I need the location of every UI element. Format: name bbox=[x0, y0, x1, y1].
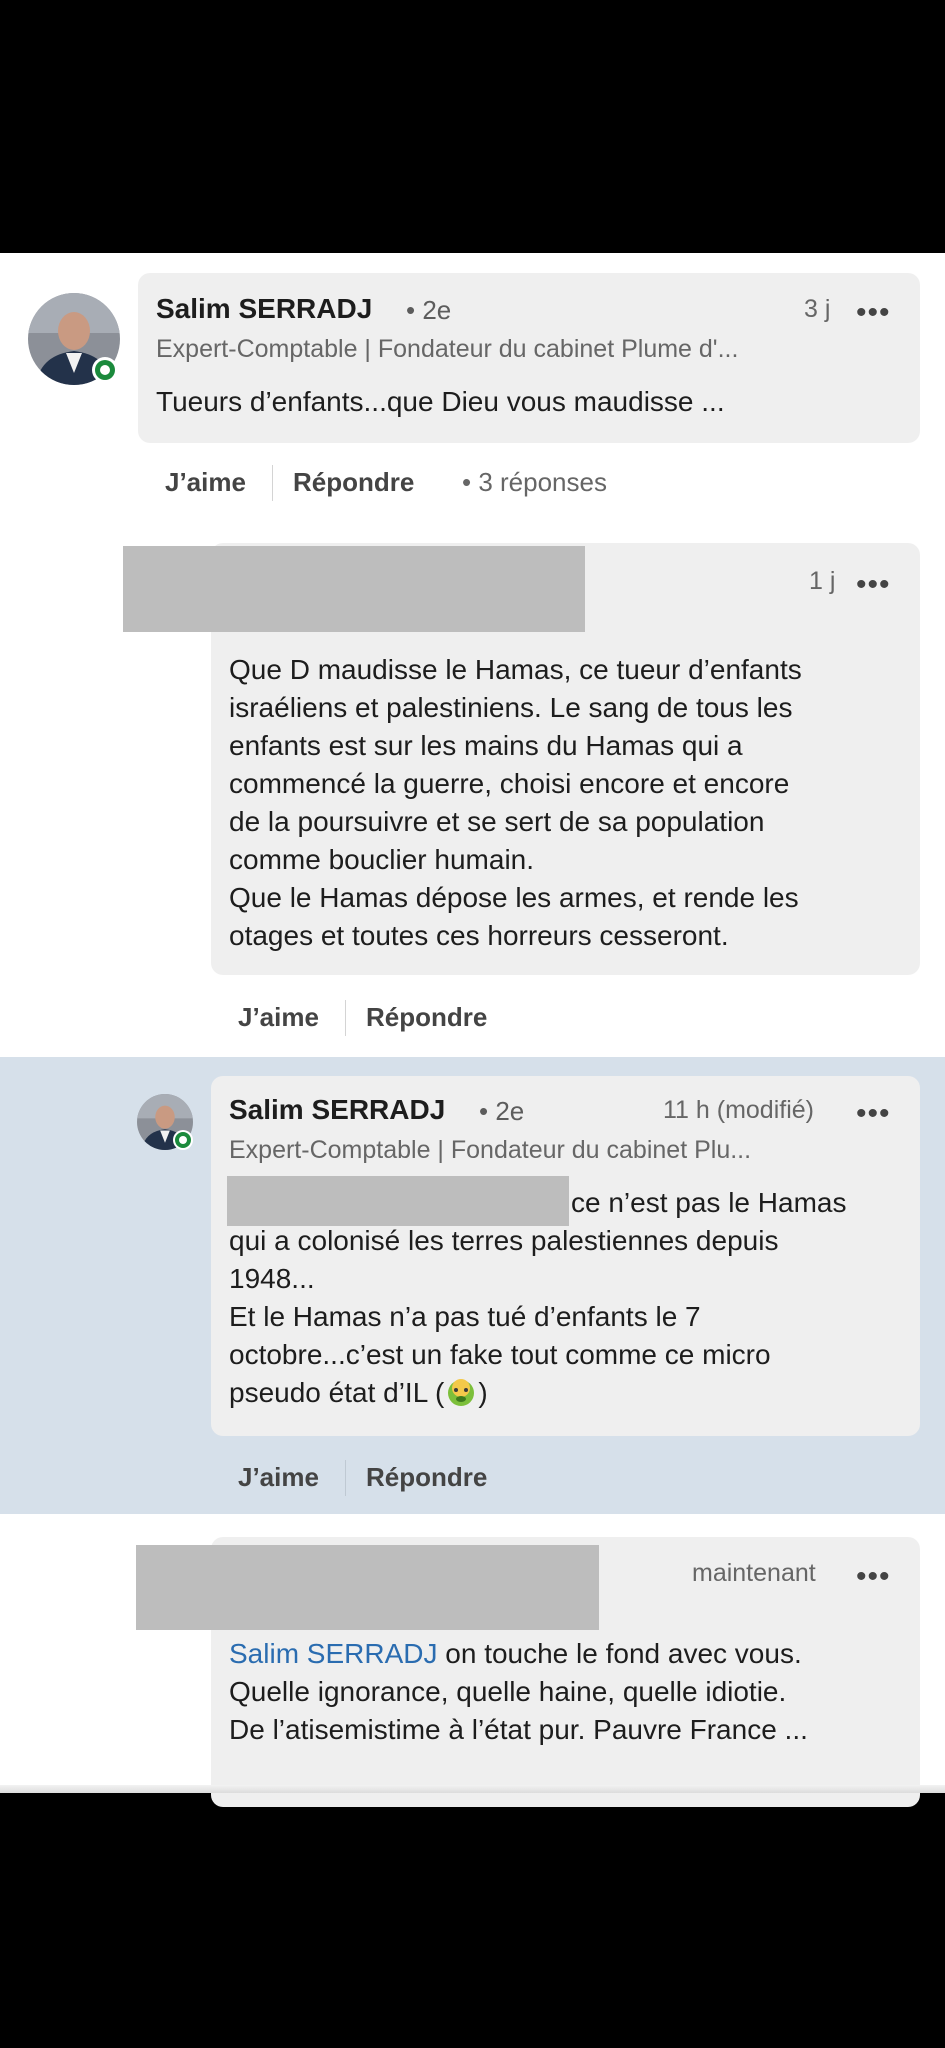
text-line: israéliens et palestiniens. Le sang de t… bbox=[229, 692, 793, 723]
action-divider bbox=[272, 465, 273, 501]
reply-button[interactable]: Répondre bbox=[366, 1002, 487, 1033]
replies-count-link[interactable]: • 3 réponses bbox=[462, 467, 607, 498]
text-line: Quelle ignorance, quelle haine, quelle i… bbox=[229, 1676, 787, 1707]
author-headline: Expert-Comptable | Fondateur du cabinet … bbox=[229, 1136, 752, 1164]
text-line: Salim SERRADJ on touche le fond avec vou… bbox=[229, 1635, 919, 1673]
text-line: qui a colonisé les terres palestiennes d… bbox=[229, 1225, 779, 1256]
redacted-author bbox=[136, 1545, 599, 1630]
online-status-icon bbox=[92, 357, 118, 383]
comment-time: 3 j bbox=[804, 295, 831, 323]
reply-button[interactable]: Répondre bbox=[293, 467, 414, 498]
text-fragment: on touche le fond avec vous. bbox=[437, 1638, 802, 1669]
text-line: 1948... bbox=[229, 1263, 315, 1294]
more-options-icon[interactable]: ••• bbox=[856, 1562, 891, 1592]
comment-text: Tueurs d’enfants...que Dieu vous maudiss… bbox=[156, 386, 725, 417]
avatar[interactable] bbox=[28, 293, 120, 385]
text-line: ce n’est pas le Hamas bbox=[571, 1187, 847, 1218]
mention-link[interactable]: Salim SERRADJ bbox=[229, 1638, 437, 1669]
author-name[interactable]: Salim SERRADJ bbox=[156, 293, 372, 325]
connection-degree: • 2e bbox=[479, 1096, 525, 1126]
text-line: Et le Hamas n’a pas tué d’enfants le 7 bbox=[229, 1301, 701, 1332]
connection-degree: • 2e bbox=[406, 295, 452, 325]
text-line: octobre...c’est un fake tout comme ce mi… bbox=[229, 1339, 771, 1370]
reply-button[interactable]: Répondre bbox=[366, 1462, 487, 1493]
text-fragment: ) bbox=[478, 1377, 488, 1408]
text-line: Que le Hamas dépose les armes, et rende … bbox=[229, 882, 799, 913]
more-options-icon[interactable]: ••• bbox=[856, 570, 891, 600]
author-headline: Expert-Comptable | Fondateur du cabinet … bbox=[156, 335, 739, 363]
more-options-icon[interactable]: ••• bbox=[856, 1099, 891, 1129]
text-line: de la poursuivre et se sert de sa popula… bbox=[229, 806, 765, 837]
text-line: otages et toutes ces horreurs cesseront. bbox=[229, 920, 729, 951]
text-line: enfants est sur les mains du Hamas qui a bbox=[229, 730, 743, 761]
like-button[interactable]: J’aime bbox=[238, 1462, 319, 1493]
action-divider bbox=[345, 1000, 346, 1036]
text-line: pseudo état d’IL ( ) bbox=[229, 1374, 909, 1418]
like-button[interactable]: J’aime bbox=[238, 1002, 319, 1033]
author-name[interactable]: Salim SERRADJ bbox=[229, 1094, 445, 1126]
text-fragment: pseudo état d’IL ( bbox=[229, 1377, 445, 1408]
comments-screen: Salim SERRADJ • 2e 3 j ••• Expert-Compta… bbox=[0, 253, 945, 1807]
reply-text: Que D maudisse le Hamas, ce tueur d’enfa… bbox=[229, 651, 909, 955]
online-status-icon bbox=[173, 1130, 193, 1150]
bottom-edge bbox=[0, 1785, 945, 1793]
reply-text: ce n’est pas le Hamas qui a colonisé les… bbox=[229, 1184, 909, 1418]
reply-text: Salim SERRADJ on touche le fond avec vou… bbox=[229, 1635, 919, 1749]
reply-time: 11 h (modifié) bbox=[663, 1096, 814, 1124]
text-line: Que D maudisse le Hamas, ce tueur d’enfa… bbox=[229, 654, 802, 685]
action-divider bbox=[345, 1460, 346, 1496]
reply-time: 1 j bbox=[809, 567, 836, 595]
nauseated-face-icon bbox=[446, 1378, 476, 1418]
text-line: De l’atisemistime à l’état pur. Pauvre F… bbox=[229, 1714, 808, 1745]
avatar[interactable] bbox=[137, 1094, 193, 1150]
redacted-author bbox=[123, 546, 585, 632]
comment-bubble: Salim SERRADJ • 2e 3 j ••• Expert-Compta… bbox=[138, 273, 920, 443]
reply-bubble: Salim SERRADJ • 2e 11 h (modifié) ••• Ex… bbox=[211, 1076, 920, 1436]
text-line: commencé la guerre, choisi encore et enc… bbox=[229, 768, 790, 799]
text-line: comme bouclier humain. bbox=[229, 844, 535, 875]
reply-time: maintenant bbox=[692, 1559, 816, 1587]
more-options-icon[interactable]: ••• bbox=[856, 298, 891, 328]
like-button[interactable]: J’aime bbox=[165, 467, 246, 498]
